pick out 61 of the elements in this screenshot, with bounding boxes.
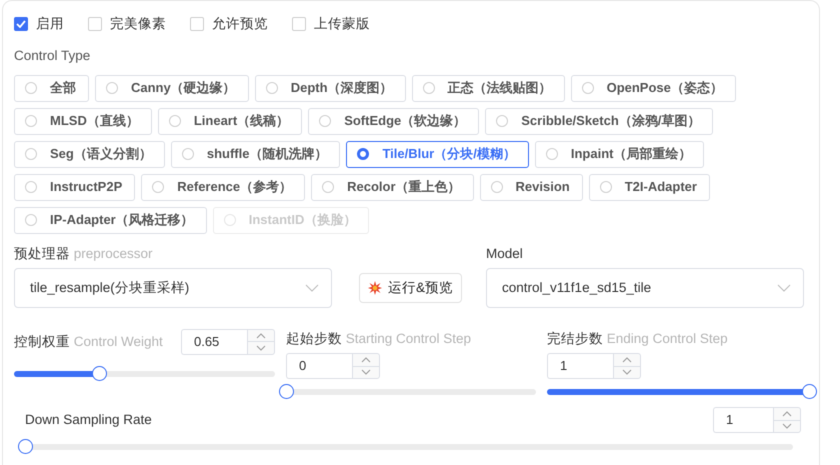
- radio-option[interactable]: Scribble/Sketch（涂鸦/草图）: [485, 108, 714, 134]
- increment-button[interactable]: [773, 407, 801, 420]
- radio-option[interactable]: Inpaint（局部重绘）: [534, 140, 704, 168]
- dropdown[interactable]: control_v11f1e_sd15_tile: [486, 268, 804, 308]
- dropdown[interactable]: tile_resample(分块重采样): [14, 268, 332, 308]
- radio-option[interactable]: Reference（参考）: [141, 174, 306, 200]
- number-field[interactable]: 1: [713, 407, 773, 433]
- radio-option[interactable]: Tile/Blur（分块/模糊）: [346, 140, 529, 168]
- decrement-button[interactable]: [246, 341, 275, 355]
- radio-option[interactable]: OpenPose（姿态）: [570, 74, 736, 102]
- decrement-button[interactable]: [613, 366, 642, 379]
- number-field[interactable]: 1: [547, 353, 614, 379]
- radio-option[interactable]: Depth（深度图）: [254, 74, 406, 102]
- chevron-down-icon: [360, 369, 371, 376]
- checkbox-label: 上传蒙版: [314, 15, 370, 33]
- chevron-up-icon: [782, 410, 792, 417]
- radio-option[interactable]: 全部: [14, 74, 89, 102]
- radio-option[interactable]: Recolor（重上色）: [311, 174, 474, 200]
- chevron-down-icon: [305, 284, 319, 292]
- field-label: 起始步数 Starting Control Step: [286, 330, 472, 348]
- chevron-up-icon: [360, 356, 371, 363]
- radio-option[interactable]: Revision: [480, 174, 583, 200]
- number-field[interactable]: 0: [286, 353, 352, 379]
- check-icon: [16, 20, 26, 28]
- increment-button[interactable]: [352, 353, 380, 366]
- field-label: 预处理器 preprocessor: [14, 244, 154, 263]
- radio-option[interactable]: IP-Adapter（风格迁移）: [14, 206, 207, 234]
- radio-option[interactable]: T2I-Adapter: [588, 174, 710, 200]
- chevron-down-icon: [256, 345, 266, 351]
- field-label: Model: [486, 244, 524, 262]
- checkbox-label: 启用: [36, 15, 64, 33]
- radio-option[interactable]: Canny（硬边缘）: [95, 74, 249, 102]
- field-label: 控制权重 Control Weight: [14, 332, 163, 351]
- checkbox[interactable]: [14, 17, 28, 32]
- radio-option[interactable]: Seg（语义分割）: [14, 140, 165, 168]
- radio-option[interactable]: SoftEdge（软边缘）: [308, 108, 480, 134]
- field-label: Down Sampling Rate: [25, 410, 152, 429]
- slider-handle[interactable]: [18, 439, 33, 454]
- decrement-button[interactable]: [773, 420, 801, 433]
- increment-button[interactable]: [246, 328, 275, 342]
- chevron-down-icon: [782, 423, 792, 430]
- chevron-up-icon: [256, 332, 266, 338]
- radio-option[interactable]: 正态（法线贴图）: [412, 74, 565, 102]
- number-field[interactable]: 0.65: [180, 328, 247, 355]
- increment-button[interactable]: [613, 353, 642, 366]
- slider-handle[interactable]: [802, 384, 817, 399]
- chevron-down-icon: [777, 284, 792, 292]
- burst-icon: [368, 280, 382, 295]
- chevron-up-icon: [622, 356, 632, 363]
- checkbox-label: 允许预览: [212, 15, 268, 33]
- slider-handle[interactable]: [92, 366, 107, 381]
- slider-handle[interactable]: [278, 384, 294, 399]
- radio-option[interactable]: Lineart（线稿）: [158, 108, 302, 134]
- run-preview-button[interactable]: 运行&预览: [359, 272, 462, 303]
- section-label: Control Type: [14, 47, 92, 66]
- chevron-down-icon: [622, 369, 632, 376]
- radio-option[interactable]: shuffle（随机洗牌）: [170, 140, 340, 168]
- radio-option[interactable]: InstructP2P: [14, 174, 136, 200]
- field-label: 完结步数 Ending Control Step: [547, 330, 729, 348]
- checkbox-label: 完美像素: [110, 15, 166, 33]
- radio-option[interactable]: MLSD（直线）: [14, 108, 152, 134]
